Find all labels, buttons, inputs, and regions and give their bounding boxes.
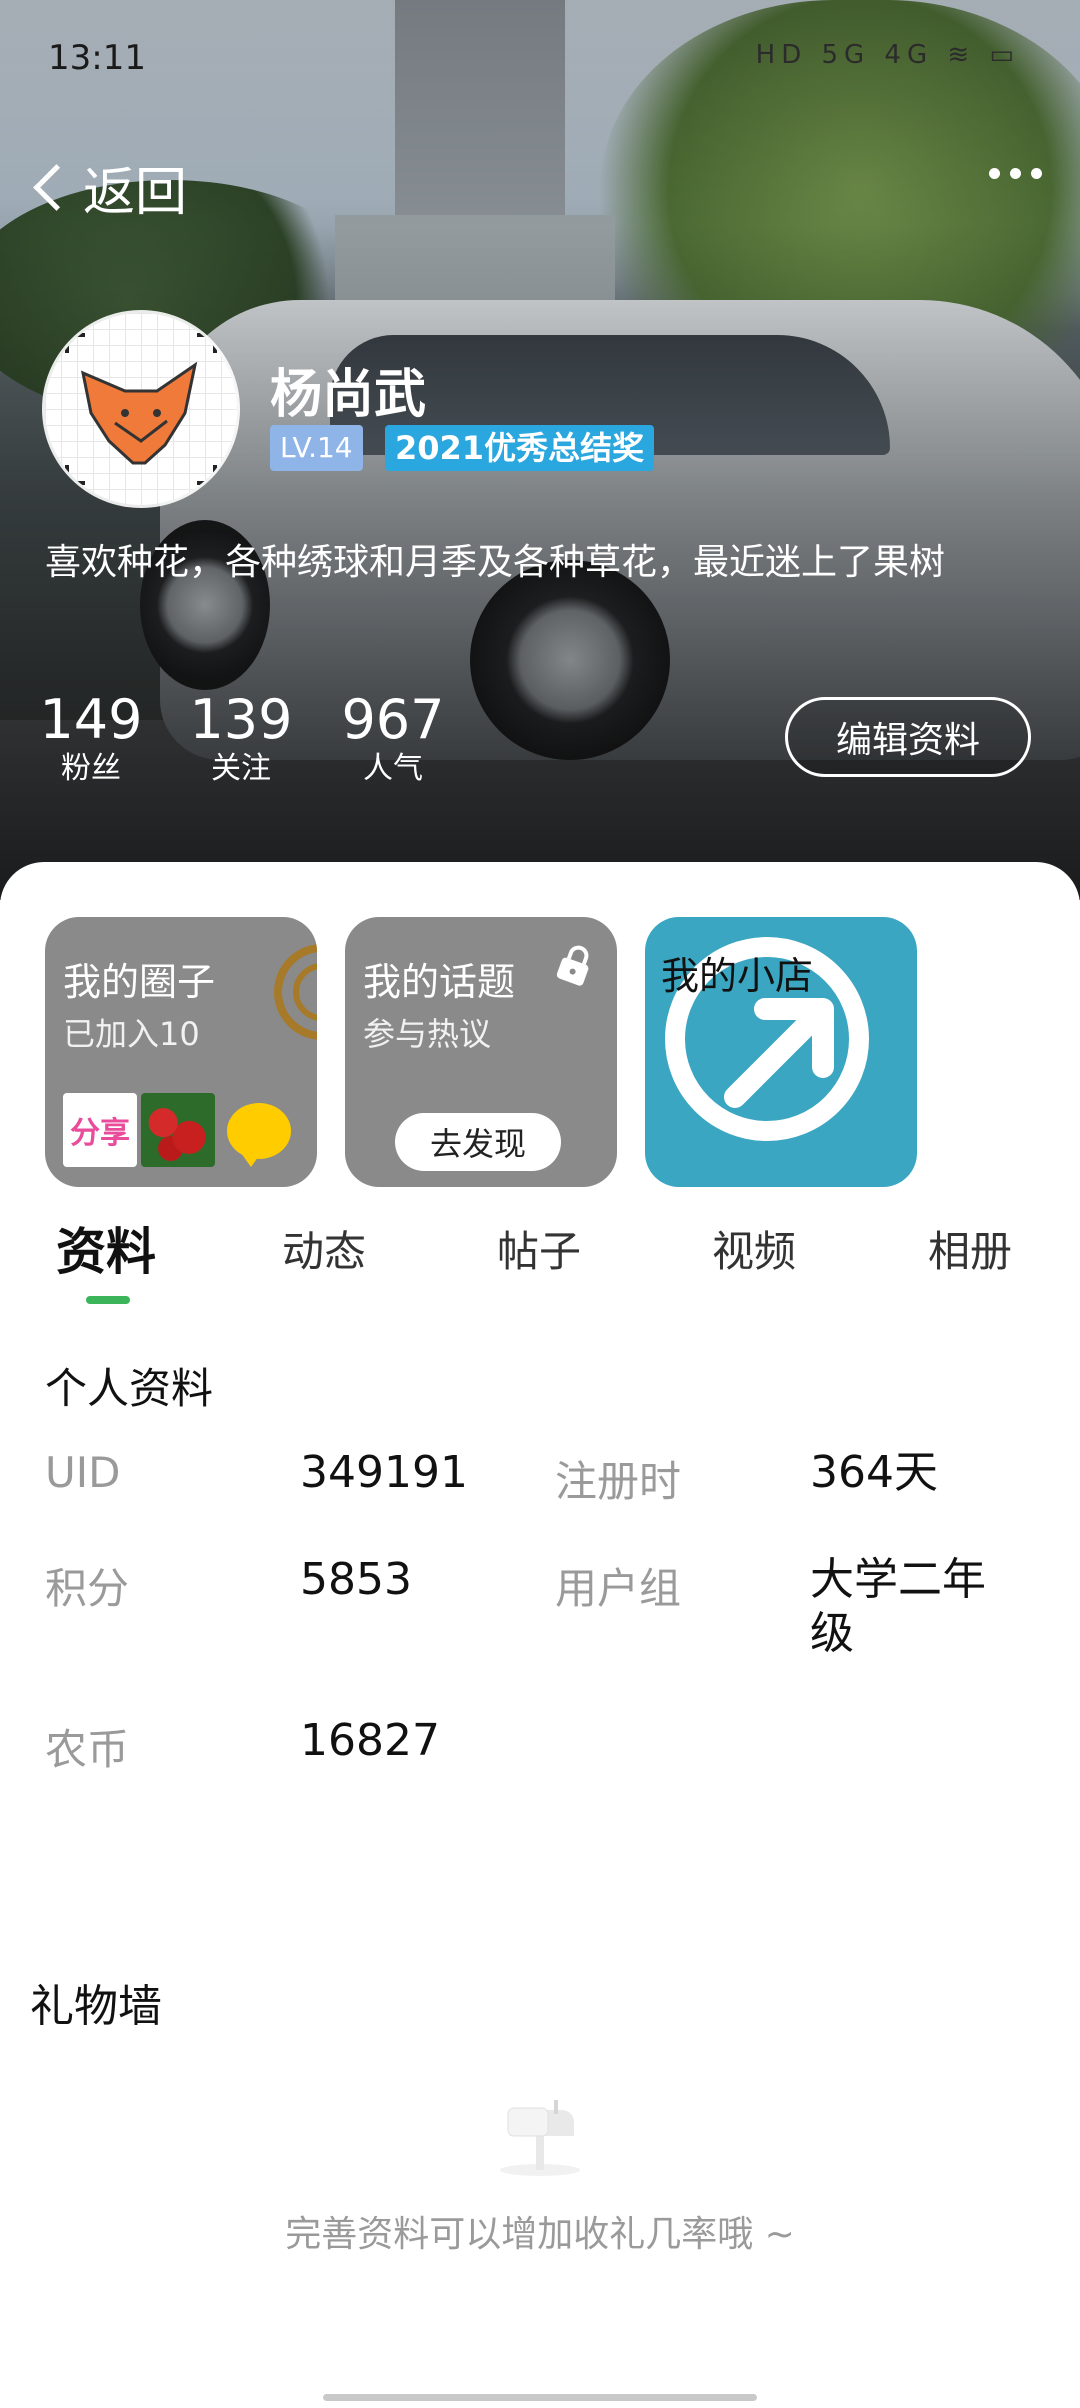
- status-icons: HD 5G 4G ≋ ▭: [755, 40, 1020, 70]
- tab-album[interactable]: 相册: [928, 1218, 1012, 1279]
- my-shop-card[interactable]: 我的小店: [645, 917, 917, 1187]
- gift-wall-empty-text: 完善资料可以增加收礼几率哦 ~: [285, 2214, 795, 2255]
- back-button[interactable]: 返回: [28, 150, 187, 225]
- uid-value: 349191: [300, 1447, 468, 1498]
- tab-videos[interactable]: 视频: [712, 1218, 796, 1279]
- lock-icon: [556, 945, 589, 986]
- user-group-label: 用户组: [555, 1564, 682, 1613]
- chevron-left-icon: [33, 164, 80, 211]
- circle-thumb-share[interactable]: 分享: [63, 1093, 137, 1167]
- register-value: 364天: [810, 1447, 938, 1498]
- back-label: 返回: [83, 163, 188, 223]
- my-topics-title: 我的话题: [363, 960, 516, 1004]
- tab-activity[interactable]: 动态: [282, 1218, 366, 1279]
- stat-popularity-label: 人气: [363, 751, 423, 786]
- stat-popularity-value: 967: [341, 688, 445, 751]
- mailbox-icon: [500, 2100, 580, 2176]
- stat-following-label: 关注: [211, 751, 271, 786]
- home-indicator[interactable]: [323, 2394, 757, 2401]
- coins-value: 16827: [300, 1715, 440, 1766]
- personal-info-title: 个人资料: [45, 1364, 214, 1413]
- my-circles-title: 我的圈子: [63, 960, 216, 1004]
- register-label: 注册时: [555, 1457, 682, 1506]
- tab-active-indicator: [86, 1296, 130, 1304]
- stat-fans-value: 149: [39, 688, 143, 751]
- uid-label: UID: [45, 1448, 121, 1497]
- stat-following-value: 139: [189, 688, 293, 751]
- my-circles-card[interactable]: 我的圈子 已加入10 分享: [45, 917, 317, 1187]
- chat-bubble-icon[interactable]: [227, 1103, 291, 1167]
- stat-following[interactable]: 139 关注: [186, 690, 296, 788]
- level-badge: LV.14: [270, 425, 363, 471]
- circle-thumb-strawberry[interactable]: [141, 1093, 215, 1167]
- bio-text: 喜欢种花，各种绣球和月季及各种草花，最近迷上了果树: [45, 542, 946, 583]
- profile-tabs: 资料 动态 帖子 视频 相册: [0, 1218, 1080, 1298]
- stat-popularity[interactable]: 967 人气: [338, 690, 448, 788]
- my-topics-subtitle: 参与热议: [363, 1015, 492, 1053]
- discover-button[interactable]: 去发现: [395, 1113, 561, 1171]
- more-options-icon[interactable]: [989, 168, 1042, 179]
- coins-label: 农币: [45, 1725, 130, 1774]
- my-shop-title: 我的小店: [661, 954, 814, 998]
- edit-profile-button[interactable]: 编辑资料: [785, 697, 1031, 777]
- my-topics-card[interactable]: 我的话题 参与热议 去发现: [345, 917, 617, 1187]
- stat-fans-label: 粉丝: [61, 751, 121, 786]
- fox-icon: [65, 333, 217, 485]
- my-circles-subtitle: 已加入10: [63, 1015, 200, 1053]
- tab-profile[interactable]: 资料: [56, 1212, 156, 1284]
- circle-decoration-icon: [274, 944, 317, 1040]
- points-value: 5853: [300, 1554, 412, 1605]
- tab-posts[interactable]: 帖子: [497, 1218, 581, 1279]
- points-label: 积分: [45, 1564, 130, 1613]
- avatar[interactable]: [45, 313, 237, 505]
- status-time: 13:11: [48, 38, 146, 78]
- stat-fans[interactable]: 149 粉丝: [36, 690, 146, 788]
- award-badge[interactable]: 2021优秀总结奖: [385, 425, 655, 471]
- user-group-value: 大学二年级: [810, 1554, 986, 1659]
- gift-wall-title: 礼物墙: [30, 1981, 162, 2032]
- username: 杨尚武: [270, 365, 427, 425]
